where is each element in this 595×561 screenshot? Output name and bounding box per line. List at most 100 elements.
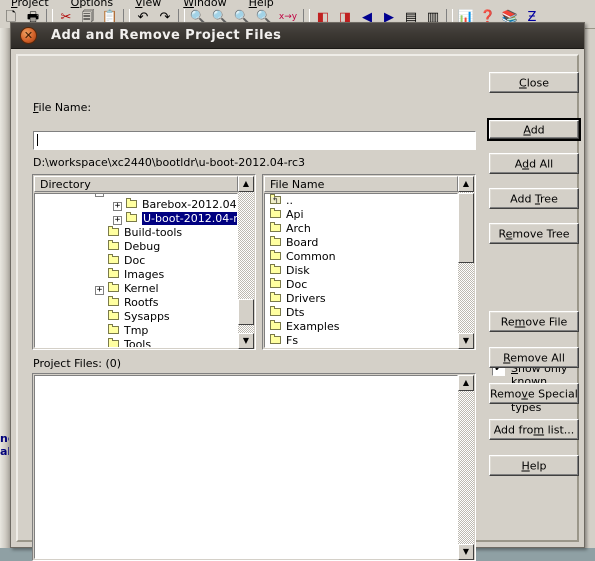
tree-line [95,241,104,250]
file-list-item[interactable]: Api [265,208,457,222]
directory-tree-item[interactable]: Sysapps [35,310,237,324]
file-list-item[interactable]: Examples [265,320,457,334]
directory-tree-item[interactable]: + Barebox-2012.04.0 [35,198,237,212]
file-item-label: Doc [286,278,308,291]
file-item-label: Examples [286,320,340,333]
file-list-scroll-up-icon[interactable]: ▲ [458,176,474,192]
project-files-scrollbar[interactable]: ▲ ▼ [458,375,474,560]
menu-item-options[interactable]: Options [60,0,124,8]
file-list-item[interactable]: Dts [265,306,457,320]
tree-line [95,311,104,320]
remove-all-button-label: Remove All [503,351,565,364]
folder-icon [269,306,283,318]
file-list-item[interactable]: Disk [265,264,457,278]
close-icon[interactable]: ✕ [20,27,37,44]
menu-item-window[interactable]: Window [172,0,237,8]
add-from-list-button[interactable]: Add from list... [489,419,579,440]
directory-scroll-thumb[interactable] [238,299,254,325]
directory-tree-item[interactable]: Debug [35,240,237,254]
file-list[interactable]: ↰.. Api Arch Board Common Disk Doc Drivers Dts Ex… [264,193,458,348]
directory-item-label: Debug [124,240,161,253]
add-button[interactable]: Add [487,118,581,141]
project-files-scroll-down-icon[interactable]: ▼ [458,544,474,560]
add-tree-button-label: Add Tree [510,192,558,205]
dialog-title: Add and Remove Project Files [51,28,282,43]
remove-tree-button[interactable]: Remove Tree [489,223,579,244]
tree-expander-icon[interactable]: + [113,216,122,225]
remove-tree-button-label: Remove Tree [498,227,570,240]
file-list-item[interactable]: Common [265,250,457,264]
help-button[interactable]: Help [489,455,579,476]
menu-item-view[interactable]: View [124,0,172,8]
folder-icon [269,250,283,262]
add-button-label: Add [523,123,545,136]
file-list-item[interactable]: Board [265,236,457,250]
project-files-scroll-up-icon[interactable]: ▲ [458,375,474,391]
tree-expander-icon[interactable]: − [95,194,104,197]
directory-scroll-down-icon[interactable]: ▼ [238,333,254,349]
add-all-button[interactable]: Add All [489,153,579,174]
folder-icon [269,208,283,220]
folder-icon [269,292,283,304]
directory-tree-item[interactable]: + Kernel [35,282,237,296]
folder-icon [107,282,121,294]
directory-tree-item[interactable]: Tools [35,338,237,348]
tree-expander-icon[interactable]: + [113,202,122,211]
add-tree-button[interactable]: Add Tree [489,188,579,209]
project-files-scroll-track[interactable] [458,391,474,544]
directory-item-label: Barebox-2012.04.0 [142,198,238,211]
tree-expander-icon[interactable]: + [95,286,104,295]
directory-tree[interactable]: − Bootldr + Barebox-2012.04.0 + U-boot-2012.0… [34,193,238,348]
remove-all-button[interactable]: Remove All [489,347,579,368]
menu-item-project[interactable]: Project [0,0,60,8]
directory-scroll-up-icon[interactable]: ▲ [238,176,254,192]
tree-line [95,269,104,278]
file-list-item[interactable]: Arch [265,222,457,236]
ide-edge-text: nd ab [0,432,9,458]
tree-line [95,255,104,264]
file-list-item[interactable]: Drivers [265,292,457,306]
folder-icon [125,198,139,210]
directory-scrollbar[interactable]: ▲ ▼ [238,176,254,349]
folder-icon [269,320,283,332]
parent-folder-icon: ↰ [269,194,283,206]
menu-item-help[interactable]: Help [238,0,285,8]
file-item-label: Api [286,208,304,221]
file-list-scroll-thumb[interactable] [458,193,474,263]
directory-tree-item[interactable]: Build-tools [35,226,237,240]
file-list-item[interactable]: Doc [265,278,457,292]
folder-icon [107,240,121,252]
directory-pane-header: Directory [34,176,238,192]
directory-tree-item[interactable]: + U-boot-2012.04-rc3 [35,212,237,226]
file-list-item[interactable]: ↰.. [265,194,457,208]
project-files-pane: ▲ ▼ [32,373,476,561]
file-item-label: Dts [286,306,305,319]
file-list-header: File Name [264,176,458,192]
directory-item-label: Kernel [124,282,159,295]
file-item-label: Board [286,236,319,249]
directory-tree-item[interactable]: Rootfs [35,296,237,310]
directory-tree-item[interactable]: Tmp [35,324,237,338]
file-item-label: Drivers [286,292,326,305]
file-name-input[interactable] [33,131,476,150]
directory-item-label: Doc [124,254,146,267]
add-remove-project-files-dialog: ✕ Add and Remove Project Files File Name… [10,22,585,561]
close-button-label: Close [519,76,549,89]
tree-line [95,325,104,334]
menu-bar[interactable]: Project Options View Window Help [0,0,595,8]
project-files-list[interactable] [34,375,458,559]
directory-tree-item[interactable]: Images [35,268,237,282]
dialog-frame: File Name: D:\workspace\xc2440\bootldr\u… [14,52,581,561]
directory-tree-item[interactable]: Doc [35,254,237,268]
directory-item-label: Tools [124,338,152,348]
help-button-label: Help [521,459,547,472]
remove-special-button[interactable]: Remove Special... [489,383,579,404]
close-button[interactable]: Close [489,72,579,93]
file-list-scrollbar[interactable]: ▲ ▼ [458,176,474,349]
remove-file-button[interactable]: Remove File [489,311,579,332]
file-list-item[interactable]: Fs [265,334,457,347]
file-list-pane: File Name ↰.. Api Arch Board Common Disk Doc Dr… [262,174,476,350]
file-item-label: .. [286,194,293,207]
dialog-title-bar[interactable]: ✕ Add and Remove Project Files [11,23,584,49]
file-list-scroll-down-icon[interactable]: ▼ [458,333,474,349]
